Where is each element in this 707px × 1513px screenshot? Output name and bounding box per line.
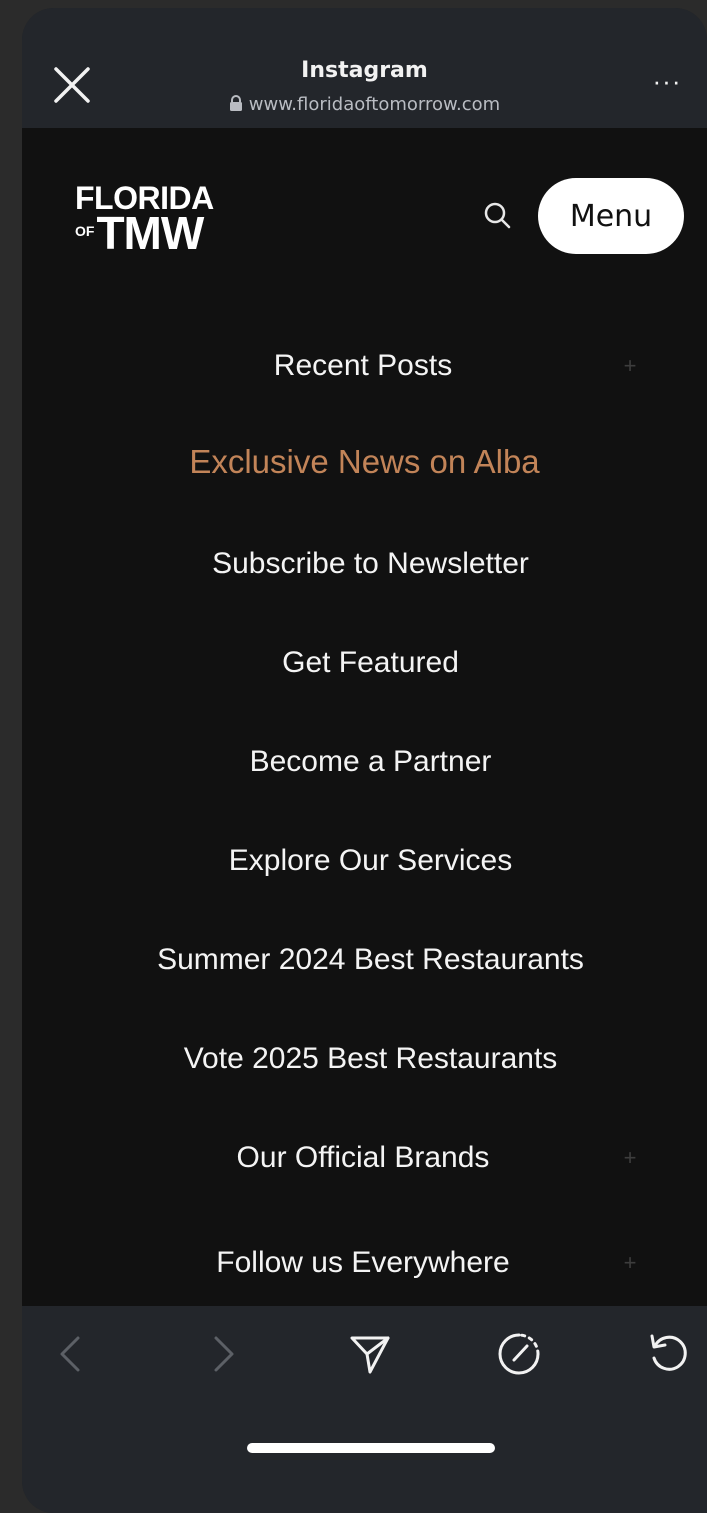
nav-item-label: Explore Our Services	[228, 844, 513, 877]
menu-button[interactable]: Menu	[538, 178, 684, 254]
more-icon: ···	[652, 66, 682, 96]
logo-of: OF	[75, 223, 95, 239]
back-button[interactable]	[50, 1332, 94, 1376]
logo-bottom-row: OF TMW	[75, 210, 214, 256]
nav-item-become-partner[interactable]: Become a Partner	[22, 732, 707, 792]
forward-icon	[214, 1336, 234, 1372]
expand-plus-icon[interactable]: +	[620, 355, 640, 377]
expand-plus-icon[interactable]: +	[620, 1147, 640, 1169]
nav-item-exclusive-news[interactable]: Exclusive News on Alba	[22, 432, 707, 492]
reload-button[interactable]	[646, 1332, 690, 1376]
nav-item-label: Become a Partner	[249, 745, 492, 778]
nav-item-label: Get Featured	[282, 646, 459, 679]
reload-icon	[650, 1334, 687, 1371]
site-logo[interactable]: FLORIDA OF TMW	[75, 182, 214, 256]
search-button[interactable]	[482, 200, 514, 232]
nav-item-follow-us[interactable]: Follow us Everywhere +	[22, 1233, 707, 1293]
search-icon	[484, 202, 511, 229]
nav-item-recent-posts[interactable]: Recent Posts +	[22, 336, 707, 396]
browser-url: www.floridaoftomorrow.com	[22, 94, 707, 117]
browser-icon	[498, 1333, 540, 1375]
nav-item-label: Summer 2024 Best Restaurants	[157, 943, 584, 976]
open-in-browser-button[interactable]	[497, 1332, 541, 1376]
share-icon	[350, 1336, 390, 1374]
nav-item-label: Our Official Brands	[236, 1141, 490, 1174]
home-indicator[interactable]	[247, 1443, 495, 1453]
share-button[interactable]	[348, 1332, 392, 1376]
browser-title: Instagram	[301, 58, 428, 83]
nav-item-label: Subscribe to Newsletter	[212, 547, 529, 580]
nav-item-subscribe[interactable]: Subscribe to Newsletter	[22, 534, 707, 594]
browser-bottom-bar	[22, 1306, 707, 1513]
nav-item-label: Follow us Everywhere	[216, 1246, 510, 1279]
phone-frame: Instagram www.floridaoftomorrow.com ··· …	[22, 8, 707, 1513]
nav-item-get-featured[interactable]: Get Featured	[22, 633, 707, 693]
nav-item-summer-2024[interactable]: Summer 2024 Best Restaurants	[22, 930, 707, 990]
forward-button[interactable]	[200, 1332, 244, 1376]
nav-item-label: Exclusive News on Alba	[189, 443, 540, 480]
nav-item-vote-2025[interactable]: Vote 2025 Best Restaurants	[22, 1029, 707, 1089]
browser-url-text: www.floridaoftomorrow.com	[248, 94, 501, 115]
more-options-button[interactable]: ···	[649, 68, 685, 96]
logo-tmw: TMW	[96, 207, 204, 259]
nav-item-explore-services[interactable]: Explore Our Services	[22, 831, 707, 891]
back-icon	[60, 1336, 80, 1372]
nav-item-label: Recent Posts	[273, 349, 453, 382]
lock-icon	[229, 95, 243, 117]
browser-top-bar: Instagram www.floridaoftomorrow.com ···	[22, 8, 707, 128]
web-content: FLORIDA OF TMW Menu Recent Posts + Exclu…	[22, 128, 707, 1306]
nav-item-official-brands[interactable]: Our Official Brands +	[22, 1128, 707, 1188]
expand-plus-icon[interactable]: +	[620, 1252, 640, 1274]
nav-item-label: Vote 2025 Best Restaurants	[183, 1042, 558, 1075]
